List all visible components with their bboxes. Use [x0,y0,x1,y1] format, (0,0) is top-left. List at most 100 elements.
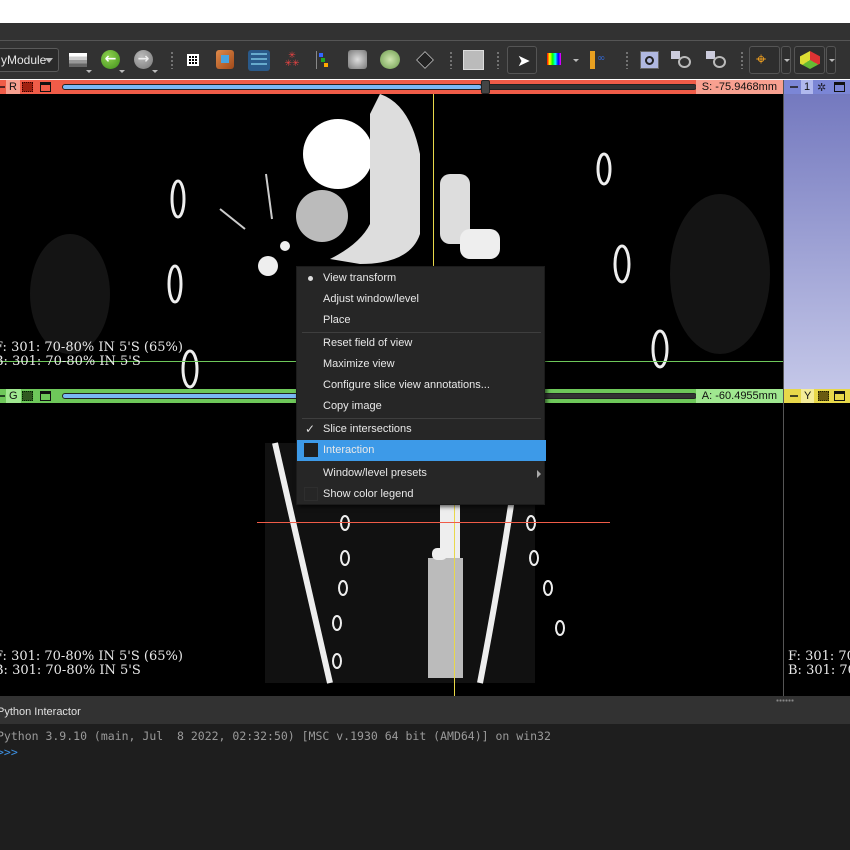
radio-selected-icon [308,276,313,281]
maximize-view-icon[interactable] [834,82,845,92]
menu-item-view-transform[interactable]: View transform [297,268,546,289]
slice-offset-value: A: -60.4955mm [695,389,783,403]
red-slice-intersection-line [257,522,610,523]
splitter-handle[interactable] [776,699,794,702]
link-icon[interactable] [818,391,829,401]
volume-rendering-icon[interactable] [380,50,400,69]
checkbox-unchecked-icon [304,443,318,457]
menu-item-show-color-legend[interactable]: Show color legend [297,484,546,505]
maximize-view-icon[interactable] [40,391,51,401]
module-selector[interactable]: yModule [0,48,59,72]
menu-item-slice-intersections[interactable]: ✓ Slice intersections [297,419,546,440]
pin-icon[interactable] [790,86,798,88]
toolbar-grip[interactable] [625,51,629,69]
crosshair-button[interactable]: ⌖ [749,46,780,74]
pointer-button[interactable]: ➤ [507,46,537,74]
view-label: G [6,389,21,403]
crosshair-icon: ⌖ [756,49,767,70]
menu-item-copy-image[interactable]: Copy image [297,396,546,417]
menu-item-label: Copy image [323,400,382,412]
menu-item-reset-field-of-view[interactable]: Reset field of view [297,333,546,354]
back-arrow-icon[interactable]: ← [101,50,120,69]
slider-fill [63,85,481,89]
module-selector-value: yModule [1,53,47,67]
chevron-down-icon [45,58,53,63]
menu-item-label: Adjust window/level [323,293,419,305]
corner-annotation-foreground: F: 301: 70-80% IN 5'S (65%) [0,649,183,664]
slice-offset-slider[interactable] [62,80,697,94]
corner-annotation-background: B: 301: 70-80% IN 5'S [0,354,141,369]
menu-item-configure-annotations[interactable]: Configure slice view annotations... [297,375,546,396]
volume-cube-icon[interactable] [348,50,367,69]
toolbar-grip[interactable] [740,51,744,69]
threed-view[interactable] [784,94,850,389]
menu-item-label: View transform [323,272,397,284]
pin-icon[interactable] [0,86,5,88]
menu-item-label: Slice intersections [323,423,412,435]
python-banner: Python 3.9.10 (main, Jul 8 2022, 02:32:5… [0,729,551,743]
link-icon[interactable] [22,391,33,401]
capture-icon[interactable] [706,51,728,69]
python-prompt[interactable]: >>> [0,745,18,759]
pin-icon[interactable] [0,395,5,397]
window-top-area [0,0,850,23]
maximize-view-icon[interactable] [834,391,845,401]
submenu-arrow-icon [537,470,541,478]
python-interactor-title: Python Interactor [0,706,81,718]
crosshair-dropdown[interactable] [781,46,791,74]
view-splitter[interactable] [783,80,784,696]
menu-item-interaction[interactable]: Interaction [297,440,546,461]
screenshot-icon[interactable] [640,51,659,69]
toolbar-grip[interactable] [170,51,174,69]
menu-item-label: Maximize view [323,358,395,370]
center-view-icon[interactable]: ✲ [817,81,826,94]
ruler-icon[interactable] [590,51,595,69]
view-label: R [6,80,20,94]
slice-intersection-dropdown[interactable] [826,46,836,74]
yellow-slice-view[interactable]: F: 301: 70 B: 301: 70 [784,403,850,696]
menu-bar [0,23,850,41]
layout-stack-icon[interactable] [69,53,87,67]
menu-item-label: Place [323,314,351,326]
forward-arrow-icon[interactable]: → [134,50,153,69]
checkbox-unchecked-icon [304,487,318,501]
menu-item-label: Interaction [323,444,375,456]
menu-item-label: Show color legend [323,488,414,500]
menu-item-adjust-window-level[interactable]: Adjust window/level [297,289,546,310]
menu-item-label: Configure slice view annotations... [323,379,490,391]
grid-icon[interactable] [187,54,199,66]
toolbar-grip[interactable] [496,51,500,69]
measure-points-icon[interactable]: ∞ [597,53,607,67]
checkmark-icon: ✓ [305,422,316,436]
layout-select-icon[interactable] [463,50,484,70]
menu-item-place[interactable]: Place [297,310,546,331]
menu-item-label: Reset field of view [323,337,413,349]
red-slice-controller: R S: -75.9468mm [0,80,783,94]
scene-view-icon[interactable] [671,51,693,69]
dropdown-arrow-icon[interactable] [573,59,579,62]
slice-offset-value: S: -75.9468mm [695,80,783,94]
view-label: Y [801,389,815,403]
data-tree-icon[interactable] [316,51,334,69]
toolbar-grip[interactable] [449,51,453,69]
colorbar-icon[interactable] [547,53,561,65]
python-interactor-console[interactable]: Python 3.9.10 (main, Jul 8 2022, 02:32:5… [0,724,850,850]
dropdown-arrow-icon[interactable] [152,70,158,73]
extension-cube-icon[interactable] [216,50,234,69]
yellow-slice-controller: Y [784,389,850,403]
menu-item-maximize-view[interactable]: Maximize view [297,354,546,375]
maximize-view-icon[interactable] [40,82,51,92]
slice-intersection-button[interactable] [794,46,825,74]
menu-item-window-level-presets[interactable]: Window/level presets [297,463,546,484]
link-icon[interactable] [22,82,33,92]
pin-icon[interactable] [790,395,798,397]
dropdown-arrow-icon[interactable] [86,70,92,73]
dropdown-arrow-icon[interactable] [119,70,125,73]
slider-handle[interactable] [480,80,490,94]
slice-intersection-icon [800,51,820,69]
markups-icon[interactable]: ✳ ✳✳ [284,52,300,69]
scripted-loadable-template-icon[interactable] [248,50,270,71]
corner-annotation-background: B: 301: 70-80% IN 5'S [0,663,141,678]
view-label: 1 [801,80,814,94]
corner-annotation-background: B: 301: 70 [788,663,850,678]
